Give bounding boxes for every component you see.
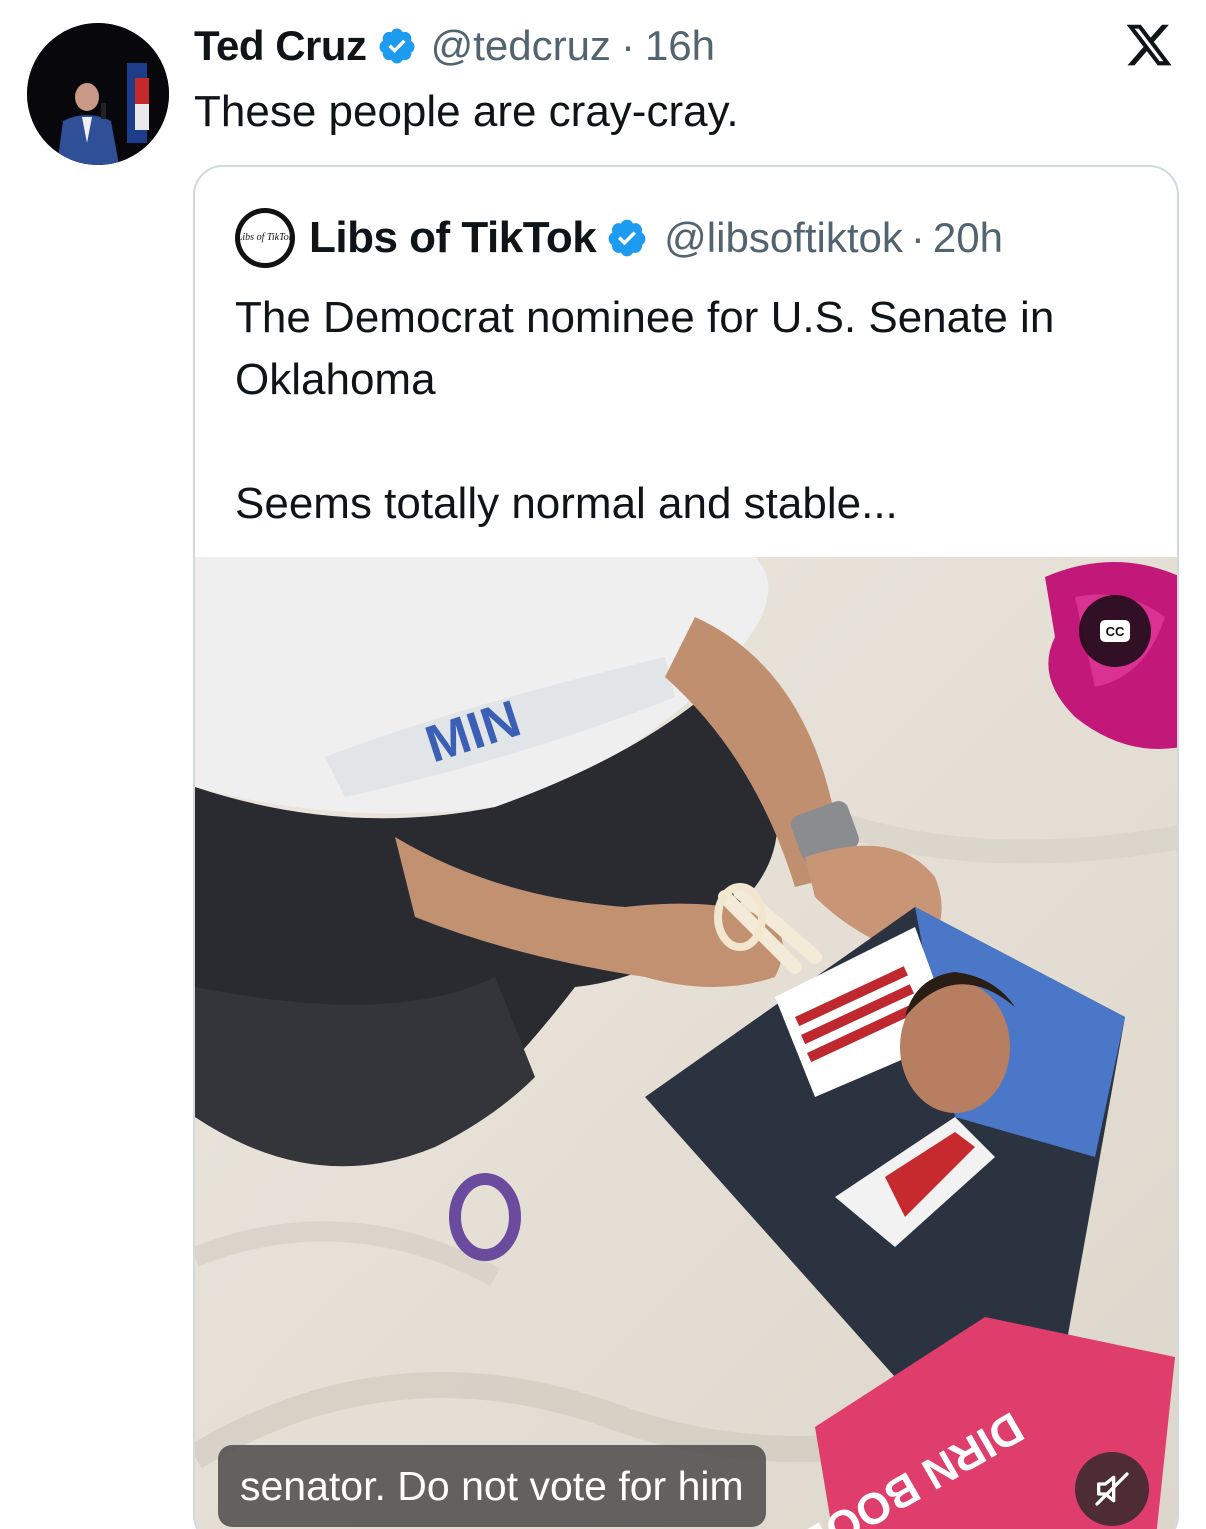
quoted-avatar-logo: Libs of TikTok	[237, 213, 293, 263]
quoted-timestamp[interactable]: 20h	[933, 214, 1003, 262]
author-handle[interactable]: @tedcruz	[431, 22, 611, 70]
video-player[interactable]: MIN DIRN BOOB	[195, 557, 1177, 1529]
author-avatar[interactable]	[27, 23, 169, 165]
separator-dot: ·	[620, 22, 635, 69]
timestamp[interactable]: 16h	[645, 22, 715, 70]
verified-badge-icon	[379, 28, 415, 64]
tweet-header: Ted Cruz @tedcruz · 16h	[194, 18, 715, 74]
video-frame: MIN DIRN BOOB	[195, 557, 1177, 1529]
tweet-text: These people are cray-cray.	[194, 87, 739, 136]
video-caption: senator. Do not vote for him	[218, 1445, 766, 1527]
x-logo-icon	[1126, 24, 1172, 66]
muted-speaker-icon	[1095, 1472, 1129, 1506]
quoted-text-line-2: Seems totally normal and stable...	[235, 479, 898, 528]
mute-button[interactable]	[1075, 1452, 1149, 1526]
captions-button[interactable]: CC	[1079, 595, 1151, 667]
quoted-tweet[interactable]: Libs of TikTok Libs of TikTok @libsoftik…	[193, 165, 1179, 1529]
quoted-author-handle[interactable]: @libsoftiktok	[664, 214, 903, 262]
quoted-author-avatar[interactable]: Libs of TikTok	[235, 208, 295, 268]
author-avatar-image	[27, 23, 169, 165]
quoted-author-name[interactable]: Libs of TikTok	[309, 213, 597, 263]
quoted-text-line-1: The Democrat nominee for U.S. Senate in …	[235, 293, 1055, 404]
quoted-tweet-text: The Democrat nominee for U.S. Senate in …	[235, 287, 1155, 535]
author-name[interactable]: Ted Cruz	[194, 22, 367, 70]
separator-dot: ·	[910, 214, 925, 261]
verified-badge-icon	[608, 219, 646, 257]
cc-icon: CC	[1100, 620, 1130, 642]
quoted-tweet-header: Libs of TikTok Libs of TikTok @libsoftik…	[235, 208, 1003, 268]
